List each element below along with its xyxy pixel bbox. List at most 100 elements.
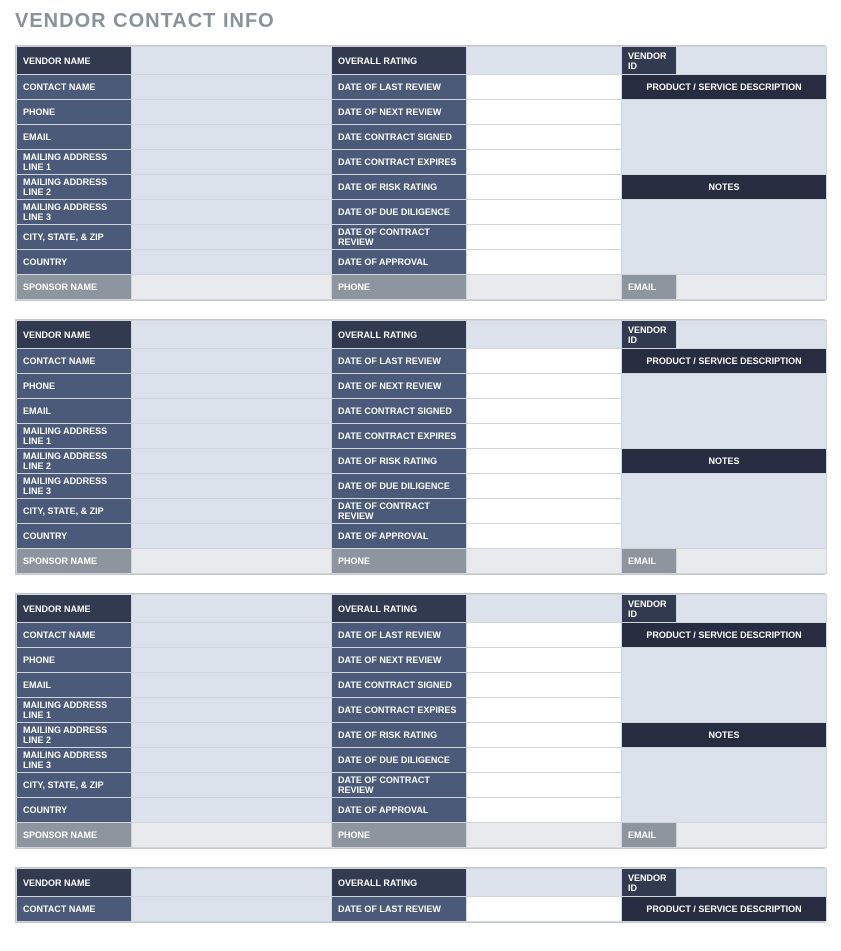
date-last-review-input[interactable]	[467, 897, 622, 922]
sponsor-name-input[interactable]	[132, 549, 332, 574]
date-contract-expires-label: DATE CONTRACT EXPIRES	[332, 150, 467, 175]
sponsor-phone-input[interactable]	[467, 275, 622, 300]
vendor-name-label: VENDOR NAME	[17, 47, 132, 75]
date-approval-input[interactable]	[467, 250, 622, 275]
contact-name-input[interactable]	[132, 349, 332, 374]
overall-rating-input[interactable]	[467, 47, 622, 75]
notes-input[interactable]	[622, 200, 827, 275]
vendor-name-input[interactable]	[132, 47, 332, 75]
date-next-review-input[interactable]	[467, 100, 622, 125]
city-state-zip-label: CITY, STATE, & ZIP	[17, 225, 132, 250]
date-contract-review-input[interactable]	[467, 773, 622, 798]
country-input[interactable]	[132, 798, 332, 823]
contact-name-label: CONTACT NAME	[17, 349, 132, 374]
product-service-desc-input[interactable]	[622, 648, 827, 723]
date-approval-input[interactable]	[467, 524, 622, 549]
date-risk-rating-input[interactable]	[467, 449, 622, 474]
vendor-name-input[interactable]	[132, 869, 332, 897]
overall-rating-input[interactable]	[467, 869, 622, 897]
contact-name-input[interactable]	[132, 75, 332, 100]
phone-input[interactable]	[132, 648, 332, 673]
sponsor-email-label: EMAIL	[622, 549, 677, 574]
date-contract-expires-input[interactable]	[467, 150, 622, 175]
contact-name-label: CONTACT NAME	[17, 897, 132, 922]
mailing1-input[interactable]	[132, 150, 332, 175]
vendor-block: VENDOR NAME OVERALL RATING VENDOR ID CON…	[15, 593, 825, 849]
mailing2-input[interactable]	[132, 449, 332, 474]
overall-rating-label: OVERALL RATING	[332, 321, 467, 349]
vendor-id-input[interactable]	[677, 869, 827, 897]
sponsor-name-label: SPONSOR NAME	[17, 275, 132, 300]
sponsor-phone-label: PHONE	[332, 823, 467, 848]
vendor-block: VENDOR NAME OVERALL RATING VENDOR ID CON…	[15, 45, 825, 301]
sponsor-name-input[interactable]	[132, 823, 332, 848]
overall-rating-input[interactable]	[467, 321, 622, 349]
product-service-desc-label: PRODUCT / SERVICE DESCRIPTION	[622, 75, 827, 100]
date-last-review-label: DATE OF LAST REVIEW	[332, 623, 467, 648]
sponsor-name-input[interactable]	[132, 275, 332, 300]
mailing3-input[interactable]	[132, 200, 332, 225]
phone-input[interactable]	[132, 374, 332, 399]
date-risk-rating-input[interactable]	[467, 175, 622, 200]
vendor-id-input[interactable]	[677, 321, 827, 349]
date-risk-rating-input[interactable]	[467, 723, 622, 748]
country-input[interactable]	[132, 524, 332, 549]
city-state-zip-input[interactable]	[132, 499, 332, 524]
date-contract-signed-label: DATE CONTRACT SIGNED	[332, 399, 467, 424]
date-contract-signed-input[interactable]	[467, 125, 622, 150]
date-contract-signed-input[interactable]	[467, 399, 622, 424]
sponsor-phone-input[interactable]	[467, 549, 622, 574]
country-input[interactable]	[132, 250, 332, 275]
date-due-diligence-input[interactable]	[467, 474, 622, 499]
vendor-name-label: VENDOR NAME	[17, 869, 132, 897]
mailing3-input[interactable]	[132, 474, 332, 499]
mailing2-input[interactable]	[132, 723, 332, 748]
date-last-review-input[interactable]	[467, 75, 622, 100]
date-next-review-input[interactable]	[467, 374, 622, 399]
date-contract-signed-label: DATE CONTRACT SIGNED	[332, 673, 467, 698]
date-last-review-label: DATE OF LAST REVIEW	[332, 75, 467, 100]
email-input[interactable]	[132, 673, 332, 698]
overall-rating-input[interactable]	[467, 595, 622, 623]
date-contract-signed-input[interactable]	[467, 673, 622, 698]
mailing2-input[interactable]	[132, 175, 332, 200]
mailing1-input[interactable]	[132, 698, 332, 723]
sponsor-email-input[interactable]	[677, 823, 827, 848]
email-input[interactable]	[132, 125, 332, 150]
sponsor-phone-input[interactable]	[467, 823, 622, 848]
date-approval-label: DATE OF APPROVAL	[332, 798, 467, 823]
vendor-name-input[interactable]	[132, 595, 332, 623]
mailing1-label: MAILING ADDRESS LINE 1	[17, 424, 132, 449]
sponsor-email-input[interactable]	[677, 275, 827, 300]
date-contract-review-input[interactable]	[467, 499, 622, 524]
product-service-desc-input[interactable]	[622, 100, 827, 175]
date-last-review-input[interactable]	[467, 349, 622, 374]
notes-input[interactable]	[622, 748, 827, 823]
date-contract-expires-input[interactable]	[467, 698, 622, 723]
vendor-block: VENDOR NAME OVERALL RATING VENDOR ID CON…	[15, 867, 825, 923]
phone-input[interactable]	[132, 100, 332, 125]
email-input[interactable]	[132, 399, 332, 424]
contact-name-input[interactable]	[132, 623, 332, 648]
date-risk-rating-label: DATE OF RISK RATING	[332, 723, 467, 748]
date-due-diligence-input[interactable]	[467, 748, 622, 773]
date-next-review-input[interactable]	[467, 648, 622, 673]
vendor-name-input[interactable]	[132, 321, 332, 349]
date-last-review-input[interactable]	[467, 623, 622, 648]
date-approval-input[interactable]	[467, 798, 622, 823]
date-contract-expires-input[interactable]	[467, 424, 622, 449]
mailing3-label: MAILING ADDRESS LINE 3	[17, 748, 132, 773]
date-contract-signed-label: DATE CONTRACT SIGNED	[332, 125, 467, 150]
mailing3-input[interactable]	[132, 748, 332, 773]
date-contract-review-input[interactable]	[467, 225, 622, 250]
mailing1-input[interactable]	[132, 424, 332, 449]
city-state-zip-input[interactable]	[132, 773, 332, 798]
notes-input[interactable]	[622, 474, 827, 549]
product-service-desc-input[interactable]	[622, 374, 827, 449]
contact-name-input[interactable]	[132, 897, 332, 922]
city-state-zip-input[interactable]	[132, 225, 332, 250]
vendor-id-input[interactable]	[677, 595, 827, 623]
sponsor-email-input[interactable]	[677, 549, 827, 574]
date-due-diligence-input[interactable]	[467, 200, 622, 225]
vendor-id-input[interactable]	[677, 47, 827, 75]
